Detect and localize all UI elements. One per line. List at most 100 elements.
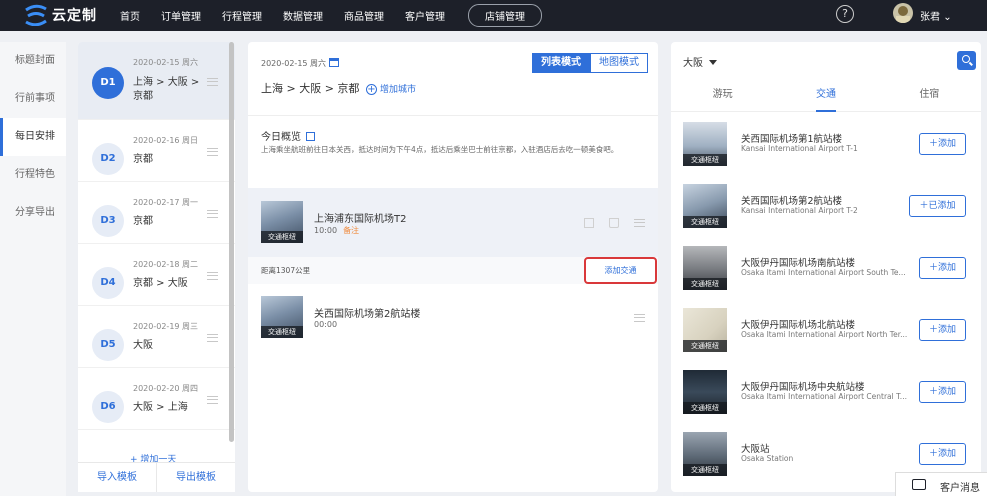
nav-store-button[interactable]: 店铺管理 — [468, 4, 542, 27]
stop-name: 关西国际机场第2航站楼 — [314, 309, 421, 320]
search-button[interactable] — [957, 51, 976, 70]
poi-name: 大阪伊丹国际机场南航站楼 — [741, 258, 856, 269]
poi-item: 交通枢纽 大阪伊丹国际机场北航站楼 Osaka Itami Internatio… — [671, 298, 981, 360]
drag-handle-icon[interactable] — [207, 78, 218, 86]
day-item[interactable]: D6 2020-02-20 周四 大阪 > 上海 — [78, 368, 235, 430]
day-route: 京都 > 大阪 — [133, 278, 188, 289]
drag-handle-icon[interactable] — [207, 148, 218, 156]
nav-data[interactable]: 数据管理 — [283, 8, 323, 23]
logo-text: 云定制 — [52, 8, 97, 24]
export-template-button[interactable]: 导出模板 — [156, 463, 235, 492]
logo[interactable]: 云定制 — [24, 3, 97, 27]
list-mode-button[interactable]: 列表模式 — [532, 53, 590, 73]
chevron-down-icon: ⌄ — [943, 12, 952, 23]
city-select[interactable]: 大阪 — [683, 54, 717, 69]
nav-products[interactable]: 商品管理 — [344, 8, 384, 23]
main-nav: 首页 订单管理 行程管理 数据管理 商品管理 客户管理 店铺管理 — [120, 0, 563, 31]
edit-icon[interactable] — [584, 218, 594, 228]
drag-handle-icon[interactable] — [207, 396, 218, 404]
add-poi-button[interactable]: ＋添加 — [919, 381, 966, 403]
plus-icon: ＋ — [928, 449, 938, 459]
plus-icon: ＋ — [928, 139, 938, 149]
add-poi-label: 添加 — [938, 387, 957, 397]
day-item[interactable]: D1 2020-02-15 周六 上海 > 大阪 > 京都 — [78, 42, 235, 120]
added-poi-button[interactable]: ＋已添加 — [909, 195, 966, 217]
add-poi-button[interactable]: ＋添加 — [919, 443, 966, 465]
menu-features[interactable]: 行程特色 — [0, 156, 66, 194]
avatar[interactable] — [893, 3, 913, 23]
drag-handle-icon[interactable] — [634, 219, 645, 227]
nav-home[interactable]: 首页 — [120, 8, 140, 23]
poi-item: 交通枢纽 大阪伊丹国际机场中央航站楼 Osaka Itami Internati… — [671, 360, 981, 422]
add-poi-label: 添加 — [938, 449, 957, 459]
overview-text: 上海乘坐航班前往日本关西，抵达时间为下午4点，抵达后乘坐巴士前往京都，入驻酒店后… — [261, 145, 619, 154]
add-poi-label: 已添加 — [928, 201, 956, 211]
trash-icon[interactable] — [609, 218, 619, 228]
plus-icon: ＋ — [919, 201, 929, 211]
help-icon[interactable]: ? — [836, 5, 854, 23]
add-poi-button[interactable]: ＋添加 — [919, 319, 966, 341]
stop-thumbnail: 交通枢纽 — [261, 201, 303, 243]
day-date: 2020-02-19 周三 — [133, 322, 199, 331]
edit-icon[interactable] — [306, 132, 315, 141]
poi-thumbnail: 交通枢纽 — [683, 246, 727, 290]
day-badge: D5 — [92, 329, 124, 361]
day-list-scrollbar[interactable] — [229, 42, 234, 442]
poi-thumbnail: 交通枢纽 — [683, 308, 727, 352]
plus-icon: ＋ — [928, 263, 938, 273]
nav-itinerary[interactable]: 行程管理 — [222, 8, 262, 23]
day-item[interactable]: D3 2020-02-17 周一 京都 — [78, 182, 235, 244]
divider — [248, 115, 658, 116]
calendar-icon[interactable] — [329, 58, 340, 67]
day-date: 2020-02-16 周日 — [133, 136, 199, 145]
search-icon-handle — [969, 61, 973, 66]
menu-daily[interactable]: 每日安排 — [0, 118, 66, 156]
user-name[interactable]: 张君 ⌄ — [920, 8, 952, 23]
stop-time: 00:00 — [314, 320, 338, 329]
menu-cover[interactable]: 标题封面 — [0, 42, 66, 80]
add-poi-button[interactable]: ＋添加 — [919, 133, 966, 155]
day-item[interactable]: D5 2020-02-19 周三 大阪 — [78, 306, 235, 368]
poi-name-en: Osaka Itami International Airport Centra… — [741, 392, 907, 401]
drag-handle-icon[interactable] — [207, 272, 218, 280]
map-mode-button[interactable]: 地图模式 — [590, 53, 648, 73]
drag-handle-icon[interactable] — [207, 210, 218, 218]
poi-item: 交通枢纽 关西国际机场第1航站楼 Kansai International Ai… — [671, 112, 981, 174]
tab-play[interactable]: 游玩 — [671, 80, 774, 111]
add-traffic-button[interactable]: 添加交通 — [584, 257, 657, 284]
import-template-button[interactable]: 导入模板 — [78, 463, 156, 492]
add-poi-label: 添加 — [938, 139, 957, 149]
plus-circle-icon: + — [366, 84, 377, 95]
day-date: 2020-02-20 周四 — [133, 384, 199, 393]
day-date: 2020-02-15 周六 — [133, 58, 199, 67]
tab-transport[interactable]: 交通 — [774, 80, 877, 112]
poi-tag: 交通枢纽 — [683, 154, 727, 166]
poi-name: 大阪伊丹国际机场北航站楼 — [741, 320, 856, 331]
poi-thumbnail: 交通枢纽 — [683, 122, 727, 166]
poi-name: 关西国际机场第2航站楼 — [741, 196, 843, 207]
chat-widget[interactable]: 客户消息 — [895, 472, 987, 496]
poi-panel: 大阪 游玩 交通 住宿 交通枢纽 关西国际机场第1航站楼 Kansai Inte… — [671, 42, 981, 492]
nav-customers[interactable]: 客户管理 — [405, 8, 445, 23]
menu-pretrip[interactable]: 行前事项 — [0, 80, 66, 118]
stop-item[interactable]: 交通枢纽 关西国际机场第2航站楼 00:00 — [248, 286, 658, 356]
add-city-button[interactable]: + 增加城市 — [366, 82, 416, 95]
day-badge: D6 — [92, 391, 124, 423]
nav-orders[interactable]: 订单管理 — [161, 8, 201, 23]
day-item[interactable]: D4 2020-02-18 周二 京都 > 大阪 — [78, 244, 235, 306]
detail-date: 2020-02-15 周六 — [261, 58, 340, 69]
tab-hotel[interactable]: 住宿 — [878, 80, 981, 111]
stop-note[interactable]: 备注 — [343, 226, 359, 235]
menu-share[interactable]: 分享导出 — [0, 194, 66, 232]
day-badge: D3 — [92, 205, 124, 237]
add-poi-button[interactable]: ＋添加 — [919, 257, 966, 279]
add-poi-label: 添加 — [938, 325, 957, 335]
poi-tag: 交通枢纽 — [683, 340, 727, 352]
stop-item[interactable]: 交通枢纽 上海浦东国际机场T2 10:00 备注 — [248, 188, 658, 258]
distance-text: 距离1307公里 — [261, 266, 311, 275]
day-item[interactable]: D2 2020-02-16 周日 京都 — [78, 120, 235, 182]
poi-tag: 交通枢纽 — [683, 402, 727, 414]
drag-handle-icon[interactable] — [634, 314, 645, 322]
drag-handle-icon[interactable] — [207, 334, 218, 342]
day-route: 京都 — [133, 216, 153, 227]
